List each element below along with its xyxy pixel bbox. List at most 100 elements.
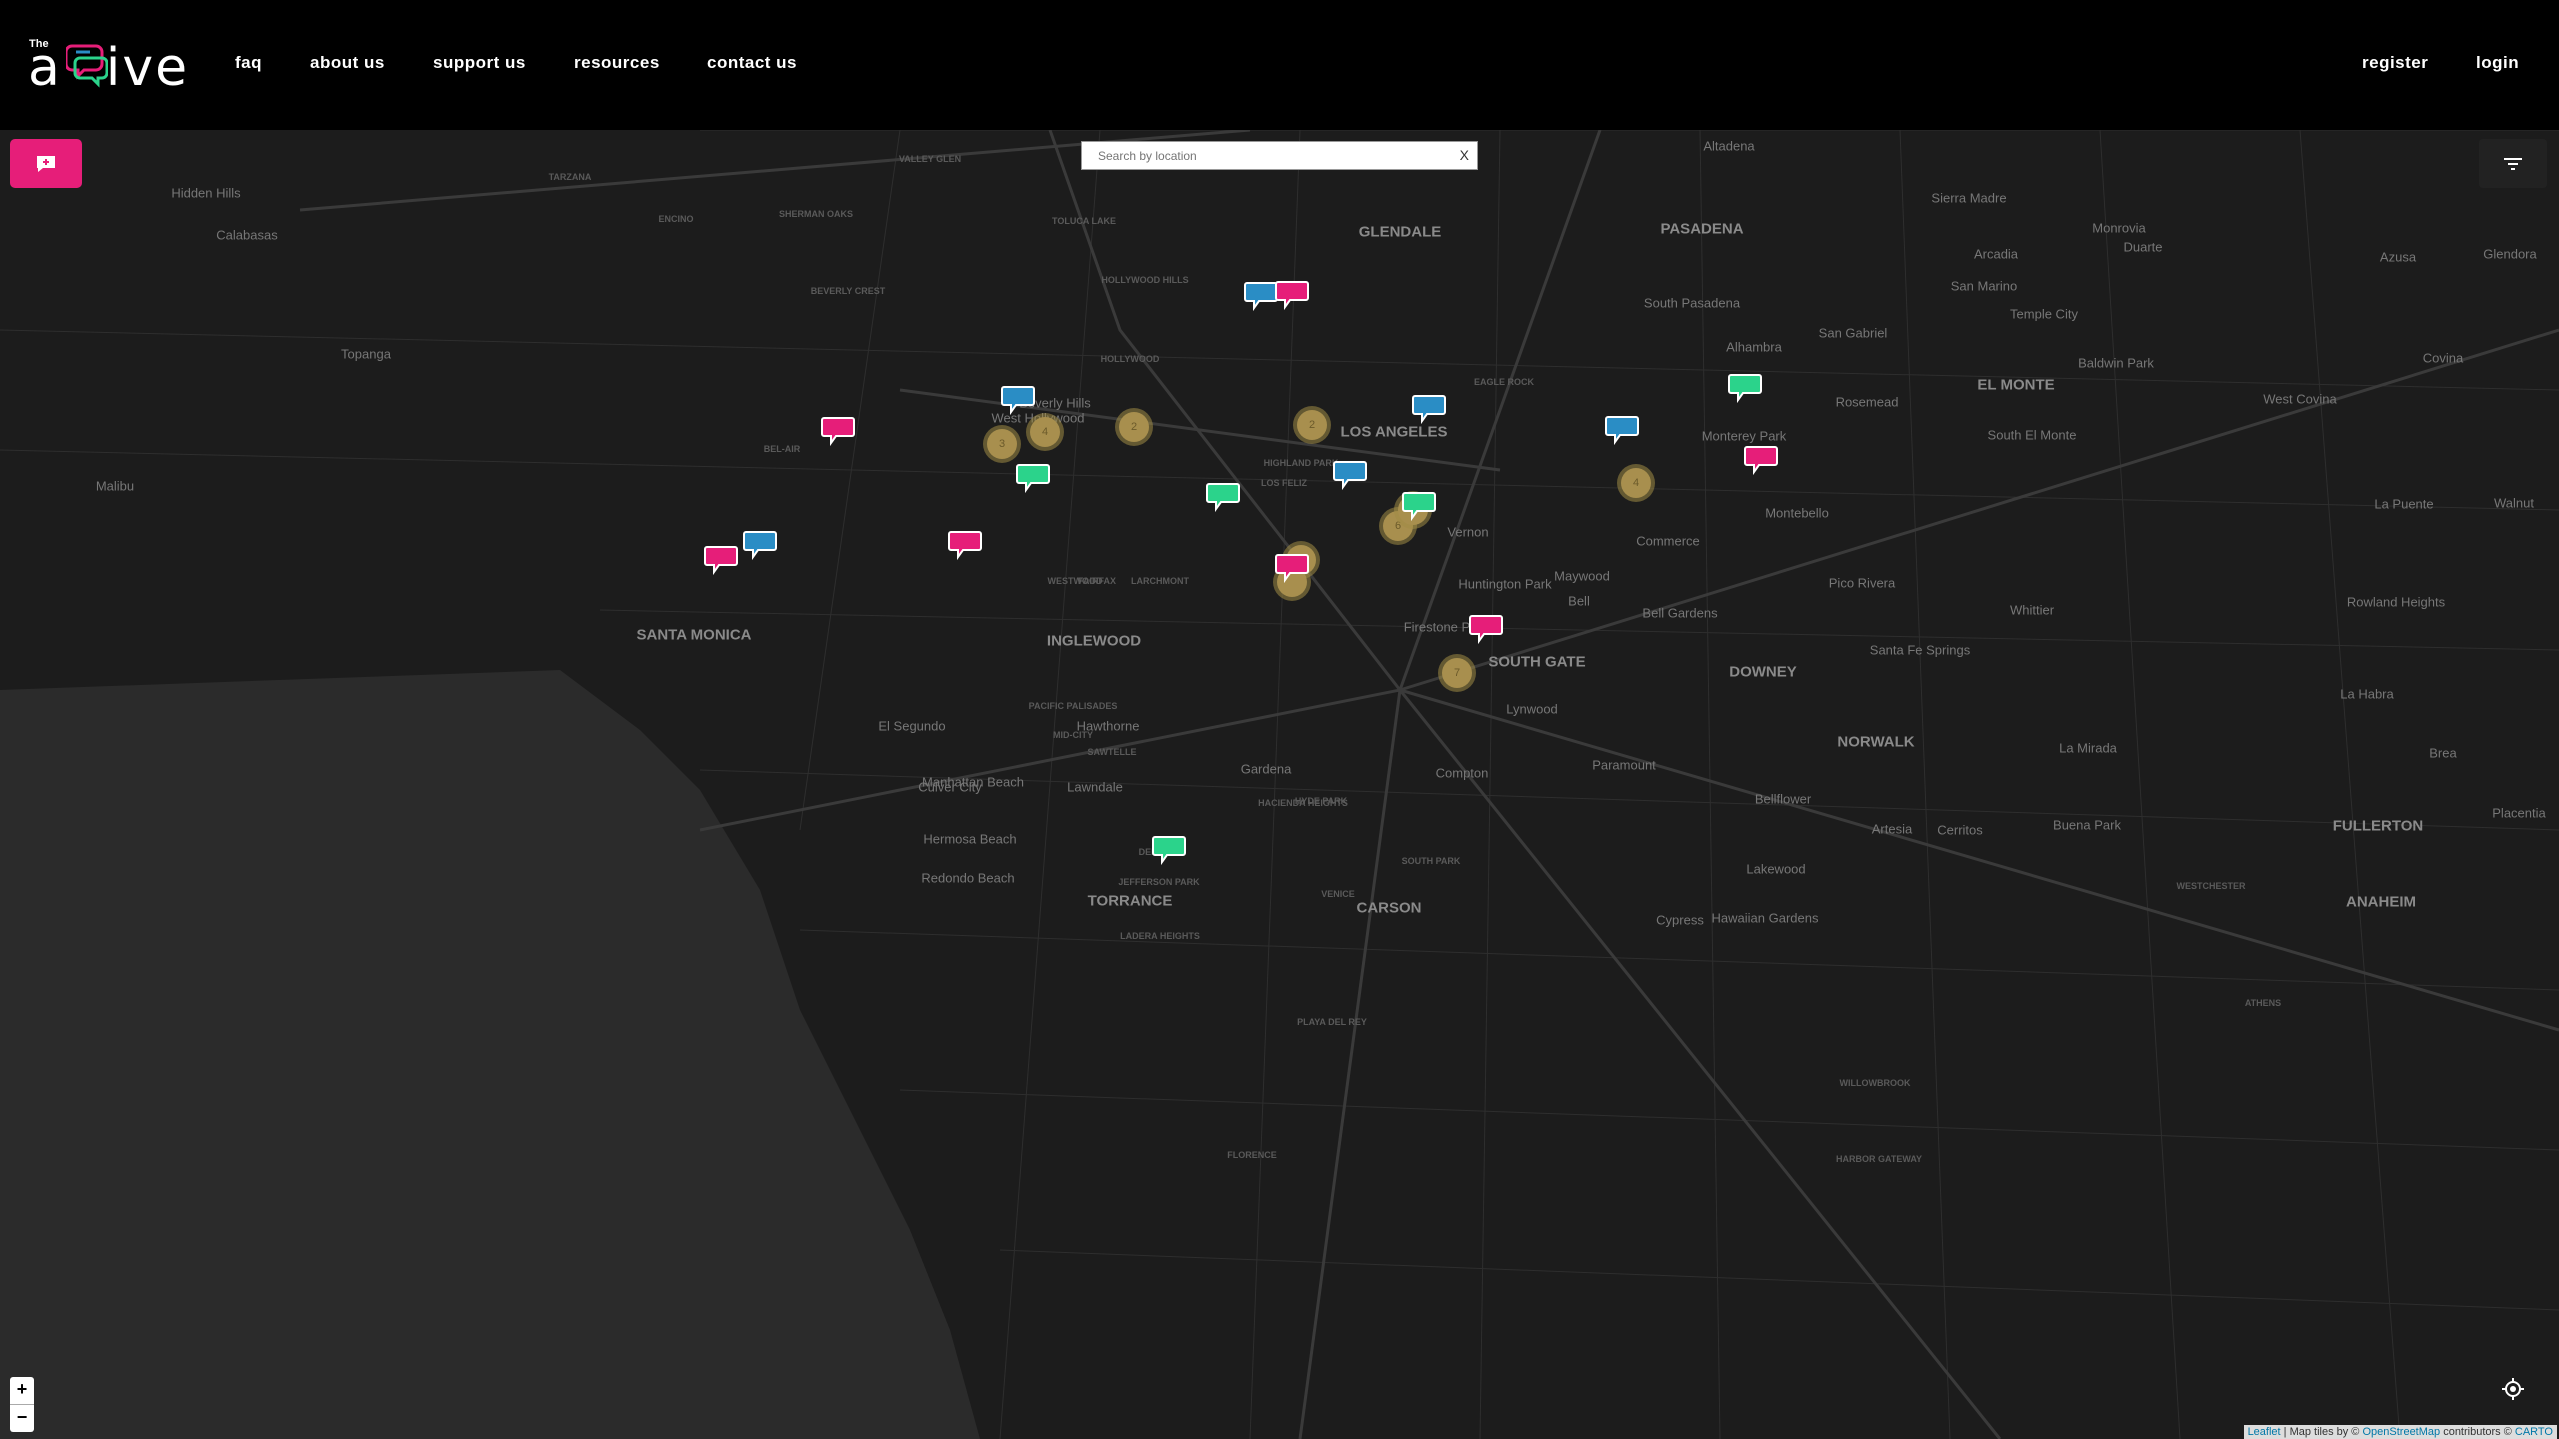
map-place-label: Commerce: [1636, 533, 1700, 549]
clear-search-button[interactable]: X: [1460, 147, 1469, 163]
map-place-label: Sierra Madre: [1931, 190, 2007, 206]
map-place-label: Santa Fe Springs: [1869, 642, 1971, 658]
map-place-label: SANTA MONICA: [636, 626, 752, 644]
logo-word: aive: [28, 38, 190, 98]
zoom-in-button[interactable]: +: [10, 1377, 34, 1404]
map-place-label: Gardena: [1240, 761, 1292, 777]
nav-about-us[interactable]: about us: [310, 53, 385, 73]
map-place-label: San Marino: [1950, 278, 2018, 294]
story-marker-pink-speech-bubble-icon[interactable]: [1744, 445, 1778, 476]
map-place-label: Monterey Park: [1701, 428, 1787, 444]
map-tiles: [0, 130, 2559, 1439]
marker-cluster[interactable]: 2: [1293, 406, 1331, 444]
map-place-label: Malibu: [95, 478, 135, 494]
attribution-contrib-text: contributors ©: [2440, 1426, 2515, 1438]
map-place-label: INGLEWOOD: [1046, 632, 1142, 650]
zoom-out-button[interactable]: −: [10, 1405, 34, 1432]
map-canvas[interactable]: GLENDALE PASADENA EL MONTE INGLEWOOD SOUTH G…: [0, 130, 2559, 1439]
marker-cluster[interactable]: 3: [983, 425, 1021, 463]
map-place-label: Calabasas: [216, 227, 278, 243]
map-place-label: Vernon: [1447, 524, 1489, 540]
map-place-label: Hidden Hills: [171, 185, 241, 201]
marker-cluster[interactable]: 4: [1617, 464, 1655, 502]
map-place-label: La Mirada: [2059, 740, 2117, 756]
marker-cluster[interactable]: 7: [1438, 654, 1476, 692]
osm-link[interactable]: OpenStreetMap: [2362, 1426, 2440, 1438]
story-marker-pink-speech-bubble-icon[interactable]: [1275, 280, 1309, 311]
map-place-label: Glendora: [2483, 246, 2537, 262]
nav-faq[interactable]: faq: [235, 53, 262, 73]
story-marker-green-speech-bubble-icon[interactable]: [1402, 491, 1436, 522]
map-place-label: Culver City: [918, 779, 982, 795]
map-place-label: ATHENS: [2244, 998, 2282, 1008]
map-place-label: Maywood: [1554, 568, 1610, 584]
map-place-label: TARZANA: [548, 172, 592, 182]
map-place-label: ENCINO: [658, 214, 694, 224]
story-marker-pink-speech-bubble-icon[interactable]: [948, 530, 982, 561]
map-place-label: Monrovia: [2092, 220, 2146, 236]
story-marker-pink-speech-bubble-icon[interactable]: [821, 416, 855, 447]
map-place-label: La Habra: [2340, 686, 2394, 702]
map-place-label: Azusa: [2379, 249, 2417, 265]
map-place-label: WESTWOOD: [1047, 576, 1103, 586]
map-place-label: Temple City: [2010, 306, 2078, 322]
nav-resources[interactable]: resources: [574, 53, 660, 73]
story-marker-green-speech-bubble-icon[interactable]: [1016, 463, 1050, 494]
map-place-label: Montebello: [1765, 505, 1829, 521]
nav-support-us[interactable]: support us: [433, 53, 526, 73]
map-place-label: Paramount: [1592, 757, 1656, 773]
map-place-label: PLAYA DEL REY: [1297, 1017, 1367, 1027]
map-place-label: Brea: [2429, 745, 2457, 761]
map-place-label: SOUTH GATE: [1488, 653, 1586, 671]
story-marker-green-speech-bubble-icon[interactable]: [1728, 373, 1762, 404]
story-marker-pink-speech-bubble-icon[interactable]: [1275, 553, 1309, 584]
locate-me-button[interactable]: [2496, 1372, 2530, 1406]
map-place-label: Artesia: [1871, 821, 1913, 837]
map-place-label: FULLERTON: [2332, 817, 2424, 835]
map-place-label: Lynwood: [1506, 701, 1558, 717]
story-marker-blue-speech-bubble-icon[interactable]: [743, 530, 777, 561]
map-place-label: LOS FELIZ: [1261, 478, 1307, 488]
map-place-label: EL MONTE: [1977, 376, 2055, 394]
map-place-label: Rosemead: [1835, 394, 1899, 410]
story-marker-green-speech-bubble-icon[interactable]: [1206, 482, 1240, 513]
map-place-label: Walnut: [2494, 495, 2534, 511]
map-place-label: BEVERLY CREST: [810, 286, 886, 296]
marker-cluster[interactable]: 2: [1115, 408, 1153, 446]
map-place-label: LARCHMONT: [1131, 576, 1189, 586]
nav-contact-us[interactable]: contact us: [707, 53, 797, 73]
map-place-label: Bellflower: [1754, 791, 1812, 807]
filter-button[interactable]: [2479, 139, 2547, 188]
story-marker-green-speech-bubble-icon[interactable]: [1152, 835, 1186, 866]
map-place-label: LADERA HEIGHTS: [1120, 931, 1200, 941]
map-place-label: LOS ANGELES: [1340, 423, 1448, 441]
register-link[interactable]: register: [2362, 53, 2428, 73]
carto-link[interactable]: CARTO: [2515, 1426, 2553, 1438]
map-place-label: HARBOR GATEWAY: [1835, 1154, 1923, 1164]
map-place-label: MID-CITY: [1053, 730, 1093, 740]
story-marker-blue-speech-bubble-icon[interactable]: [1001, 385, 1035, 416]
map-place-label: El Segundo: [878, 718, 946, 734]
site-logo[interactable]: The aive: [28, 36, 198, 96]
map-place-label: Arcadia: [1973, 246, 2019, 262]
story-marker-pink-speech-bubble-icon[interactable]: [704, 545, 738, 576]
map-place-label: Rowland Heights: [2346, 594, 2446, 610]
map-place-label: Lakewood: [1746, 861, 1806, 877]
cluster-count: 2: [1119, 412, 1149, 442]
login-link[interactable]: login: [2476, 53, 2519, 73]
search-input[interactable]: [1096, 142, 1440, 169]
story-marker-blue-speech-bubble-icon[interactable]: [1412, 394, 1446, 425]
story-marker-pink-speech-bubble-icon[interactable]: [1469, 614, 1503, 645]
story-marker-blue-speech-bubble-icon[interactable]: [1605, 415, 1639, 446]
map-place-label: Pico Rivera: [1828, 575, 1896, 591]
marker-cluster[interactable]: 4: [1026, 413, 1064, 451]
add-story-button[interactable]: [10, 139, 82, 188]
map-place-label: Altadena: [1703, 138, 1755, 154]
map-place-label: La Puente: [2374, 496, 2434, 512]
map-place-label: JEFFERSON PARK: [1118, 877, 1200, 887]
leaflet-link[interactable]: Leaflet: [2248, 1426, 2281, 1438]
story-marker-blue-speech-bubble-icon[interactable]: [1333, 460, 1367, 491]
map-place-label: DOWNEY: [1729, 663, 1797, 681]
map-place-label: Baldwin Park: [2078, 355, 2154, 371]
story-marker-blue-speech-bubble-icon[interactable]: [1244, 281, 1278, 312]
